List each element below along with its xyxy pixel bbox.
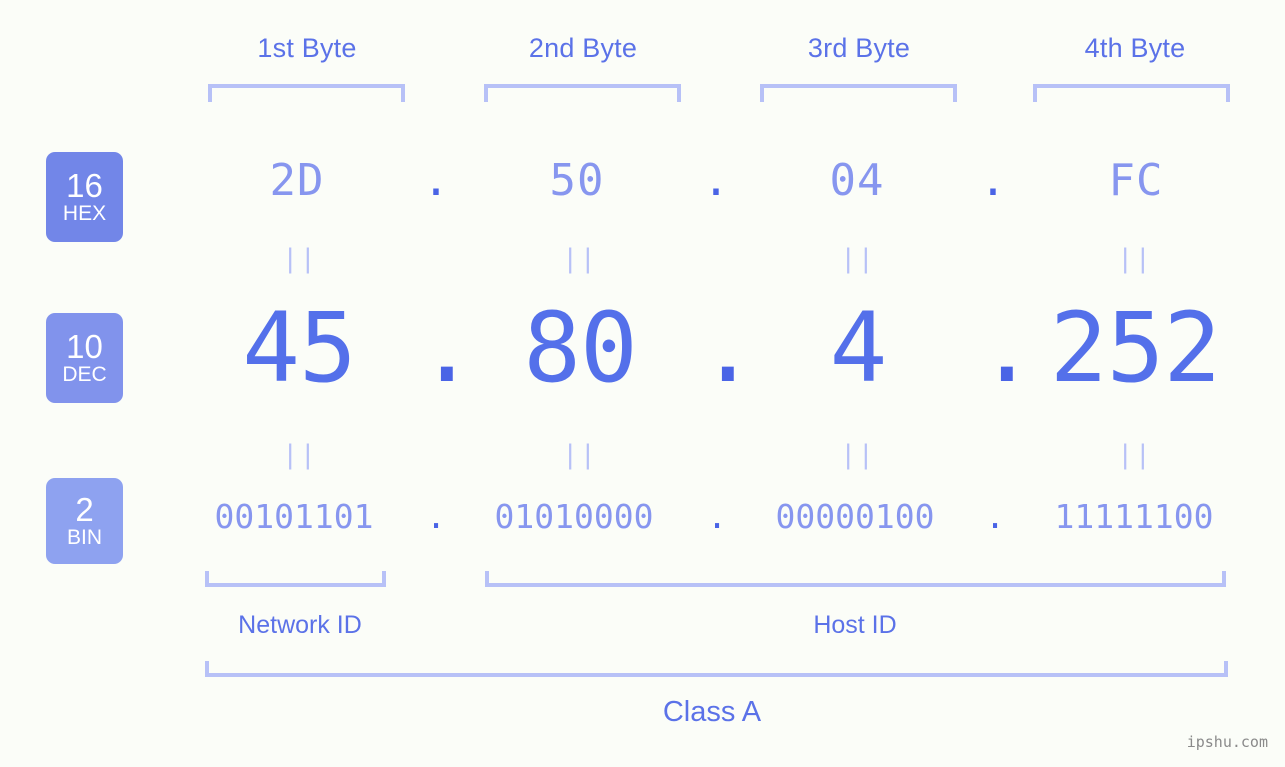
byte-header-1: 1st Byte: [257, 33, 357, 63]
bin-separator-1: .: [426, 497, 446, 536]
dec-separator-2: .: [699, 292, 757, 404]
byte-bracket-3: [760, 84, 957, 102]
class-bracket: [205, 661, 1228, 677]
hex-separator-1: .: [422, 155, 450, 206]
dec-octet-4: 252: [1049, 292, 1221, 404]
hex-separator-3: .: [979, 155, 1007, 206]
hex-octet-3: 04: [829, 155, 885, 206]
class-label: Class A: [662, 696, 762, 728]
byte-header-3: 3rd Byte: [807, 33, 911, 63]
hex-separator-2: .: [702, 155, 730, 206]
byte-bracket-4: [1033, 84, 1230, 102]
dec-separator-1: .: [418, 292, 476, 404]
bin-octet-2: 01010000: [494, 497, 654, 536]
hex-octet-2: 50: [549, 155, 605, 206]
bin-octet-3: 00000100: [775, 497, 935, 536]
host-id-label: Host ID: [813, 611, 897, 639]
bin-separator-3: .: [985, 497, 1005, 536]
radix-badge-hex: 16 HEX: [46, 152, 123, 242]
radix-badge-bin-label: BIN: [66, 525, 102, 549]
bin-separator-2: .: [707, 497, 727, 536]
ip-address-breakdown-diagram: 1st Byte 2nd Byte 3rd Byte 4th Byte 16 H…: [0, 0, 1285, 767]
radix-badge-dec: 10 DEC: [46, 313, 123, 403]
equality-mark-dec-bin-2: ||: [562, 440, 598, 470]
byte-header-2: 2nd Byte: [528, 33, 638, 63]
dec-octet-3: 4: [829, 292, 888, 404]
equality-mark-hex-dec-2: ||: [562, 244, 598, 274]
host-id-bracket: [485, 571, 1226, 587]
bin-octet-4: 11111100: [1054, 497, 1214, 536]
equality-mark-dec-bin-3: ||: [840, 440, 876, 470]
network-id-label: Network ID: [238, 611, 362, 639]
equality-mark-dec-bin-4: ||: [1117, 440, 1153, 470]
bin-octet-1: 00101101: [214, 497, 374, 536]
equality-mark-hex-dec-3: ||: [840, 244, 876, 274]
radix-badge-hex-number: 16: [66, 167, 103, 205]
network-id-bracket: [205, 571, 386, 587]
byte-bracket-2: [484, 84, 681, 102]
equality-mark-dec-bin-1: ||: [282, 440, 318, 470]
radix-badge-dec-label: DEC: [62, 362, 107, 386]
dec-octet-2: 80: [523, 292, 638, 404]
dec-separator-3: .: [978, 292, 1036, 404]
byte-header-4: 4th Byte: [1084, 33, 1186, 63]
radix-badge-hex-label: HEX: [62, 201, 107, 225]
radix-badge-dec-number: 10: [66, 328, 103, 366]
dec-octet-1: 45: [242, 292, 357, 404]
radix-badge-bin-number: 2: [75, 491, 94, 529]
hex-octet-4: FC: [1108, 155, 1164, 206]
equality-mark-hex-dec-1: ||: [282, 244, 318, 274]
equality-mark-hex-dec-4: ||: [1117, 244, 1153, 274]
radix-badge-bin: 2 BIN: [46, 478, 123, 564]
site-watermark: ipshu.com: [1186, 733, 1268, 751]
byte-bracket-1: [208, 84, 405, 102]
hex-octet-1: 2D: [269, 155, 325, 206]
